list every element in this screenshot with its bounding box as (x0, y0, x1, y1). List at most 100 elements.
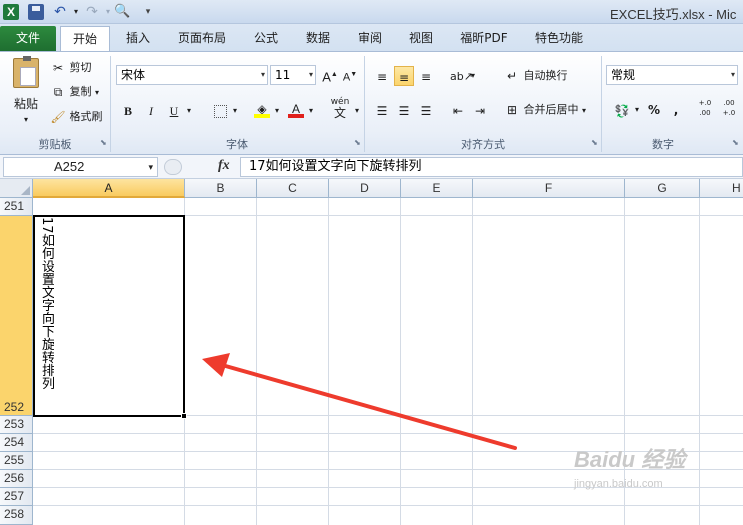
currency-icon: 💱 (614, 103, 630, 118)
tab-page-layout[interactable]: 页面布局 (170, 26, 234, 51)
align-middle-icon: ≡ (398, 70, 410, 85)
decrease-indent-button[interactable]: ⇤ (448, 100, 468, 120)
percent-button[interactable]: % (644, 100, 664, 120)
clipboard-group-label: 剪贴板 (38, 138, 72, 151)
align-right-button[interactable]: ☰ (416, 100, 436, 120)
font-color-button[interactable]: A (286, 99, 306, 119)
title-bar: X ↶ ▾ ↷ ▾ 🔍 ▾ EXCEL技巧.xlsx - Mic (0, 0, 743, 24)
font-launcher-icon[interactable]: ⬊ (354, 138, 361, 147)
fill-color-button[interactable]: ◈ (252, 99, 272, 119)
font-size-select[interactable]: 11 ▾ (270, 65, 316, 85)
tab-view[interactable]: 视图 (399, 26, 443, 51)
watermark-logo: Baidu 经验 (574, 447, 686, 472)
merge-cells-icon: ⊞ (506, 103, 518, 117)
number-launcher-icon[interactable]: ⬊ (732, 138, 739, 147)
wrap-text-label: 自动换行 (523, 69, 568, 82)
copy-icon: ⧉ (53, 85, 63, 99)
fill-color-dropdown-icon[interactable]: ▾ (272, 101, 282, 121)
customize-dropdown-icon[interactable]: ▾ (140, 4, 156, 20)
chevron-down-icon: ▾ (260, 70, 265, 79)
scissors-icon: ✂ (52, 61, 64, 75)
save-icon[interactable] (28, 4, 44, 20)
increase-decimal-button[interactable]: +.0 .00 (694, 98, 716, 118)
formula-bar: A252 ▾ fx 17如何设置文字向下旋转排列 (0, 155, 743, 179)
shrink-font-button[interactable]: A▼ (340, 65, 360, 85)
copy-button[interactable]: ⧉ 复制 ▾ (50, 84, 99, 101)
underline-dropdown-icon[interactable]: ▾ (184, 101, 194, 121)
formula-input[interactable]: 17如何设置文字向下旋转排列 (240, 157, 743, 177)
orientation-button[interactable]: ab↗ (448, 66, 473, 86)
italic-button[interactable]: I (141, 101, 161, 121)
borders-dropdown-icon[interactable]: ▾ (230, 101, 240, 121)
align-top-button[interactable]: ≡ (372, 66, 392, 86)
format-painter-label: 格式刷 (69, 110, 103, 123)
grow-font-label: A (322, 69, 331, 85)
number-group-label: 数字 (652, 138, 674, 151)
redo-icon[interactable]: ↷ (84, 4, 100, 20)
currency-button[interactable]: 💱 (610, 100, 634, 120)
alignment-launcher-icon[interactable]: ⬊ (591, 138, 598, 147)
brush-icon: 🖌 (50, 110, 66, 124)
tab-data[interactable]: 数据 (296, 26, 340, 51)
print-preview-icon[interactable]: 🔍 (114, 4, 130, 20)
borders-button[interactable] (210, 101, 230, 121)
underline-button[interactable]: U (164, 101, 184, 121)
undo-icon[interactable]: ↶ (52, 4, 68, 20)
decrease-indent-icon: ⇤ (452, 103, 464, 118)
bold-button[interactable]: B (118, 101, 138, 121)
merge-center-button[interactable]: ⊞ 合并后居中 ▾ (504, 102, 586, 119)
cut-button[interactable]: ✂ 剪切 (50, 60, 92, 76)
comma-button[interactable]: , (666, 100, 686, 120)
copy-label: 复制 (69, 85, 92, 98)
undo-dropdown-icon[interactable]: ▾ (68, 4, 84, 20)
format-painter-button[interactable]: 🖌 格式刷 (50, 109, 103, 125)
align-center-button[interactable]: ☰ (394, 100, 414, 120)
tab-insert[interactable]: 插入 (116, 26, 160, 51)
orientation-dropdown-icon[interactable]: ▾ (468, 66, 478, 86)
paste-button[interactable]: 粘贴 ▾ (8, 56, 44, 128)
align-left-icon: ☰ (376, 103, 388, 118)
tab-review[interactable]: 审阅 (348, 26, 392, 51)
tab-formulas[interactable]: 公式 (244, 26, 288, 51)
arrow-head (202, 353, 230, 377)
borders-icon (213, 105, 227, 118)
align-bottom-button[interactable]: ≡ (416, 66, 436, 86)
clipboard-launcher-icon[interactable]: ⬊ (100, 138, 107, 147)
orientation-icon: ab↗ (450, 69, 473, 83)
decrease-decimal-button[interactable]: .00 +.0 (718, 98, 740, 118)
alignment-group-label: 对齐方式 (461, 138, 505, 151)
align-middle-button[interactable]: ≡ (394, 66, 414, 86)
font-name-select[interactable]: 宋体 ▾ (116, 65, 268, 85)
currency-dropdown-icon[interactable]: ▾ (632, 100, 642, 120)
tab-special[interactable]: 特色功能 (526, 26, 592, 51)
group-divider (601, 56, 602, 152)
paste-dropdown-icon[interactable]: ▾ (8, 112, 44, 128)
tab-file[interactable]: 文件 (0, 26, 56, 51)
number-format-select[interactable]: 常规 ▾ (606, 65, 738, 85)
align-left-button[interactable]: ☰ (372, 100, 392, 120)
tab-home[interactable]: 开始 (60, 26, 110, 52)
merge-dropdown-icon[interactable]: ▾ (582, 106, 586, 115)
font-size-value: 11 (275, 68, 291, 82)
chevron-down-icon[interactable]: ▾ (148, 158, 153, 176)
copy-dropdown-icon[interactable]: ▾ (95, 88, 99, 97)
name-box-resize-handle[interactable] (164, 159, 182, 175)
name-box[interactable]: A252 ▾ (3, 157, 158, 177)
font-group-label: 字体 (226, 138, 248, 151)
align-right-icon: ☰ (420, 103, 432, 118)
increase-indent-button[interactable]: ⇥ (470, 100, 490, 120)
phonetic-dropdown-icon[interactable]: ▾ (352, 101, 362, 121)
align-bottom-icon: ≡ (420, 69, 432, 84)
wrap-text-button[interactable]: ↵ 自动换行 (504, 68, 568, 84)
excel-icon[interactable]: X (3, 4, 19, 20)
tab-foxit-pdf[interactable]: 福昕PDF (452, 26, 516, 51)
worksheet-grid[interactable]: A B C D E F G H 251 252 253 254 255 256 … (0, 179, 743, 525)
increase-indent-icon: ⇥ (474, 103, 486, 118)
grow-font-button[interactable]: A▲ (320, 65, 340, 85)
insert-function-icon[interactable]: fx (218, 158, 230, 174)
phonetic-button[interactable]: wén 文 (328, 97, 352, 123)
align-top-icon: ≡ (376, 69, 388, 84)
font-color-swatch (288, 114, 304, 118)
font-color-dropdown-icon[interactable]: ▾ (306, 101, 316, 121)
group-divider (364, 56, 365, 152)
